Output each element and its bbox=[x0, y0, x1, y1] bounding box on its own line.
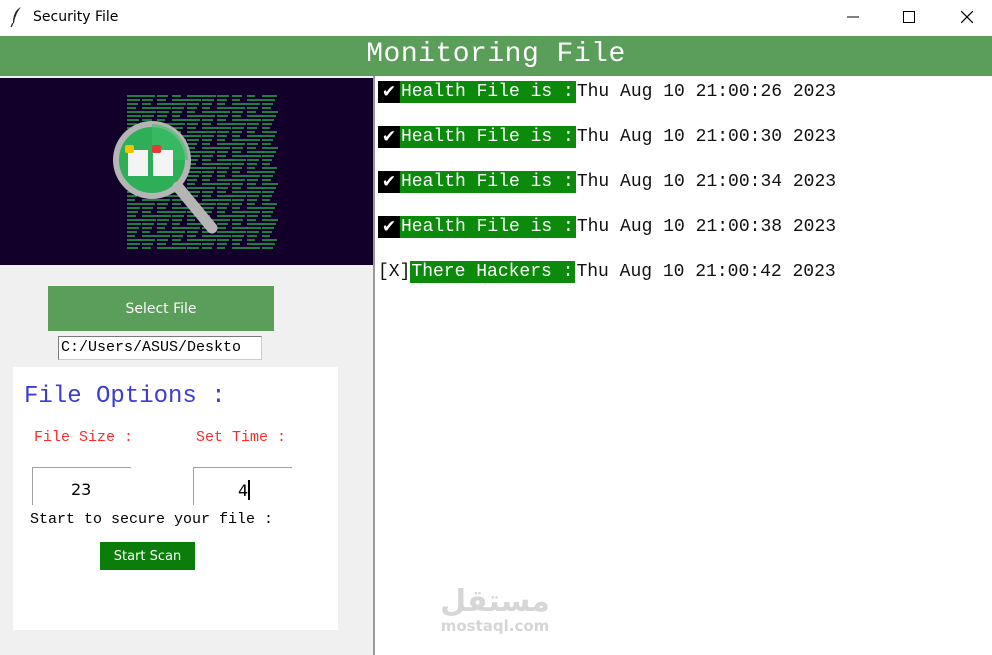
magnifier-file-scan-icon bbox=[113, 95, 278, 249]
close-button[interactable] bbox=[944, 0, 990, 34]
checkmark-icon: ✔ bbox=[378, 81, 400, 103]
log-entry-time: Thu Aug 10 21:00:30 2023 bbox=[576, 127, 837, 147]
set-time-label: Set Time : bbox=[196, 429, 287, 446]
checkmark-icon: ✔ bbox=[378, 216, 400, 238]
feather-icon bbox=[10, 7, 21, 28]
alert-mark: [X] bbox=[378, 262, 411, 282]
log-entry-time: Thu Aug 10 21:00:42 2023 bbox=[576, 262, 836, 282]
set-time-input[interactable]: 4 bbox=[193, 467, 292, 505]
log-output: ✔ Health File is : Thu Aug 10 21:00:26 20… bbox=[375, 76, 992, 655]
maximize-icon bbox=[903, 11, 915, 23]
start-scan-button[interactable]: Start Scan bbox=[100, 542, 195, 570]
banner-image bbox=[0, 78, 373, 265]
header-title: Monitoring File bbox=[366, 39, 626, 70]
checkmark-icon: ✔ bbox=[378, 171, 400, 193]
watermark-latin: mostaql.com bbox=[440, 617, 550, 635]
file-size-input[interactable]: 23 bbox=[32, 467, 131, 505]
log-entry-time: Thu Aug 10 21:00:34 2023 bbox=[576, 172, 837, 192]
text-caret bbox=[248, 480, 251, 500]
start-secure-text: Start to secure your file : bbox=[30, 511, 274, 528]
log-entry-label: There Hackers : bbox=[410, 261, 576, 283]
select-file-button[interactable]: Select File bbox=[48, 286, 274, 331]
checkmark-icon: ✔ bbox=[378, 126, 400, 148]
monitoring-header: Monitoring File bbox=[0, 36, 992, 76]
window-titlebar: Security File bbox=[0, 0, 992, 34]
set-time-value: 4 bbox=[238, 481, 249, 500]
log-entry: ✔ Health File is : Thu Aug 10 21:00:34 20… bbox=[378, 171, 836, 193]
file-options-panel: File Options : File Size : Set Time : 23… bbox=[13, 367, 338, 630]
log-entry: ✔ Health File is : Thu Aug 10 21:00:38 20… bbox=[378, 216, 836, 238]
log-entry-label: Health File is : bbox=[400, 81, 576, 103]
left-panel: Select File C:/Users/ASUS/Deskto File Op… bbox=[0, 76, 373, 655]
minimize-icon bbox=[847, 16, 859, 18]
log-entry-label: Health File is : bbox=[400, 126, 576, 148]
watermark-logo: مستقل mostaql.com bbox=[433, 584, 557, 635]
log-entry-time: Thu Aug 10 21:00:26 2023 bbox=[576, 82, 837, 102]
log-entry-label: Health File is : bbox=[400, 216, 576, 238]
log-entry-time: Thu Aug 10 21:00:38 2023 bbox=[576, 217, 837, 237]
log-entry: ✔ Health File is : Thu Aug 10 21:00:26 20… bbox=[378, 81, 836, 103]
log-entry: [X] There Hackers : Thu Aug 10 21:00:42 20… bbox=[378, 261, 836, 283]
watermark-arabic: مستقل bbox=[440, 584, 550, 619]
file-size-label: File Size : bbox=[34, 429, 134, 446]
window-title: Security File bbox=[33, 9, 119, 25]
log-entry: ✔ Health File is : Thu Aug 10 21:00:30 20… bbox=[378, 126, 836, 148]
file-path-field[interactable]: C:/Users/ASUS/Deskto bbox=[58, 336, 262, 360]
file-size-value: 23 bbox=[71, 480, 92, 499]
log-entry-label: Health File is : bbox=[400, 171, 576, 193]
file-options-title: File Options : bbox=[24, 383, 226, 410]
close-icon bbox=[961, 11, 973, 23]
maximize-button[interactable] bbox=[886, 0, 932, 34]
minimize-button[interactable] bbox=[830, 0, 876, 34]
